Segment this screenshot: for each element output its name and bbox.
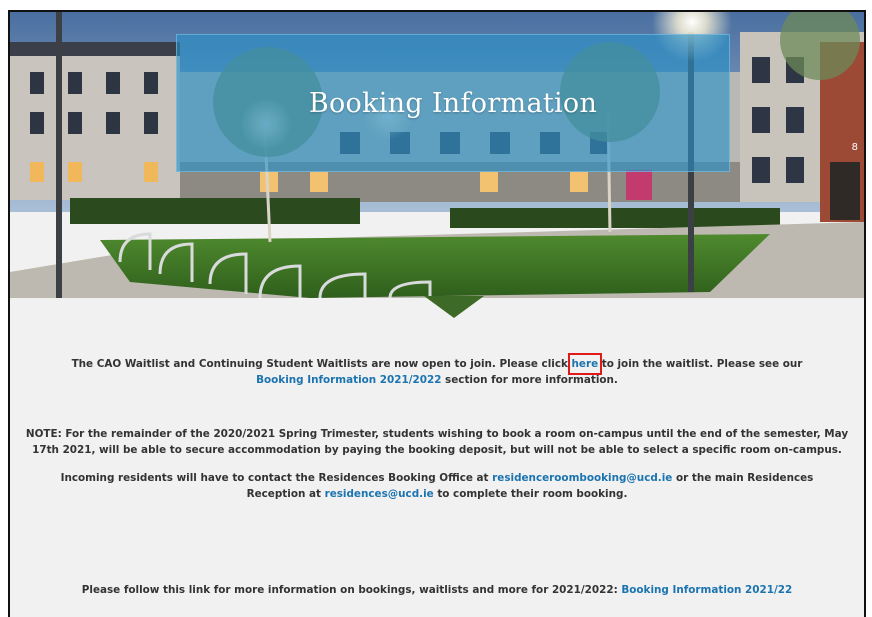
more-info-paragraph: Please follow this link for more informa… (10, 582, 864, 598)
title-panel: Booking Information (176, 34, 730, 172)
booking-information-link[interactable]: Booking Information 2021/2022 (256, 374, 441, 386)
contact-text-after: to complete their room booking. (433, 488, 628, 500)
reception-email-link[interactable]: residences@ucd.ie (325, 488, 434, 500)
hero-notch-arrow (424, 296, 484, 318)
here-link[interactable]: here (572, 358, 599, 370)
waitlist-paragraph: The CAO Waitlist and Continuing Student … (10, 353, 864, 388)
booking-info-2021-link[interactable]: Booking Information 2021/22 (621, 584, 792, 596)
contact-paragraph: Incoming residents will have to contact … (10, 470, 864, 502)
waitlist-text-after: section for more information. (441, 374, 618, 386)
building-number: 8 (852, 142, 858, 153)
contact-text-before: Incoming residents will have to contact … (60, 472, 493, 484)
here-link-wrapper: here (567, 353, 603, 375)
booking-office-email-link[interactable]: residenceroombooking@ucd.ie (492, 472, 672, 484)
more-info-text: Please follow this link for more informa… (81, 584, 622, 596)
waitlist-text-before: The CAO Waitlist and Continuing Student … (71, 358, 572, 370)
page-frame: 8 Booking Information The CAO Waitlist a… (8, 10, 866, 617)
note-paragraph: NOTE: For the remainder of the 2020/2021… (25, 428, 849, 456)
page-title: Booking Information (308, 87, 598, 119)
hero-banner: 8 Booking Information (10, 12, 864, 298)
waitlist-text-middle: to join the waitlist. Please see our (598, 358, 803, 370)
